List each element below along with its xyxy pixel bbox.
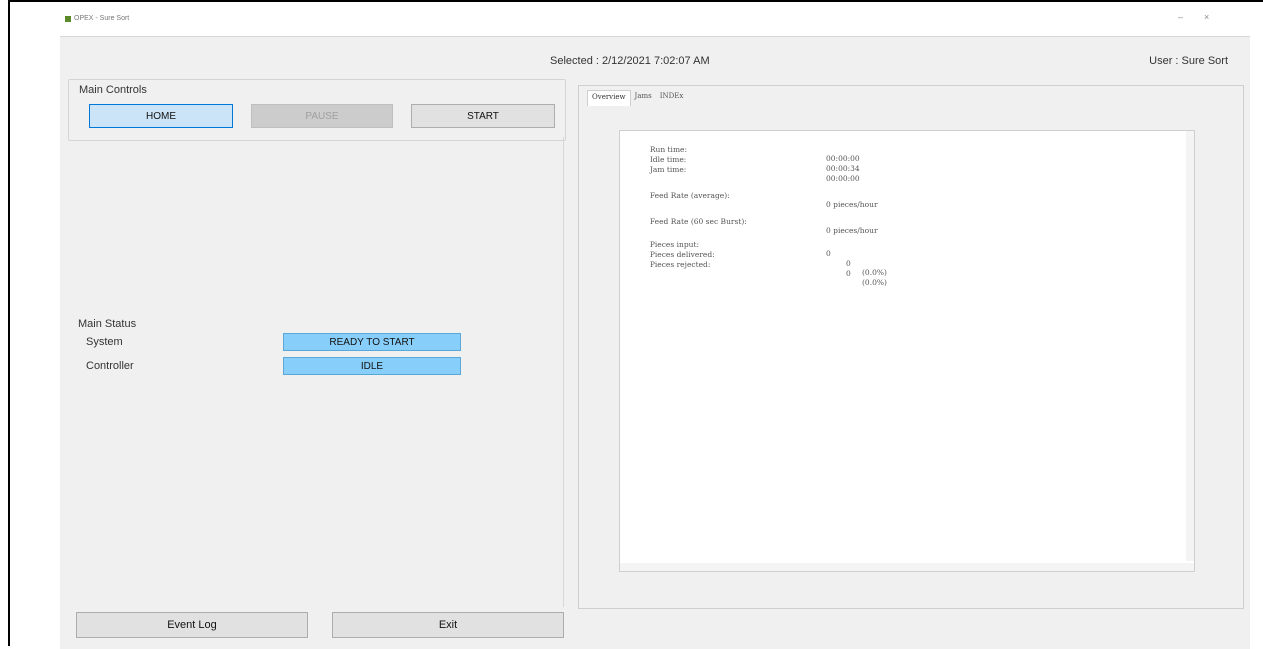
pieces-delivered-value: 0 [846, 259, 851, 268]
close-icon[interactable]: × [1204, 12, 1209, 22]
run-time-value: 00:00:00 [826, 154, 860, 163]
pieces-input-value: 0 [826, 249, 831, 258]
feed-rate-burst-label: Feed Rate (60 sec Burst): [649, 217, 747, 226]
pieces-rejected-label: Pieces rejected: [649, 260, 711, 269]
pieces-delivered-percent: (0.0%) [862, 268, 887, 277]
feed-rate-burst-value: 0 pieces/hour [826, 226, 878, 235]
jam-time-label: Jam time: [649, 165, 687, 174]
system-status-badge: READY TO START [283, 333, 461, 351]
horizontal-scrollbar[interactable] [620, 563, 1194, 571]
user-label: User : Sure Sort [1149, 55, 1228, 67]
system-label: System [86, 336, 123, 348]
screen-frame: OPEX - Sure Sort – × Selected : 2/12/202… [8, 0, 1263, 649]
feed-rate-average-label: Feed Rate (average): [649, 191, 730, 200]
tab-jams[interactable]: Jams [631, 90, 656, 106]
exit-button[interactable]: Exit [332, 612, 564, 638]
tab-index[interactable]: INDEx [656, 90, 688, 106]
minimize-icon[interactable]: – [1178, 12, 1183, 22]
home-button[interactable]: HOME [89, 104, 233, 128]
statistics-tab-panel: Overview Jams INDEx Run time: 00:00:00 I… [578, 85, 1244, 609]
app-icon [65, 16, 71, 22]
jam-time-value: 00:00:00 [826, 174, 860, 183]
panel-divider [563, 137, 564, 607]
controller-status-badge: IDLE [283, 357, 461, 375]
main-controls-title: Main Controls [79, 84, 147, 96]
selected-timestamp: Selected : 2/12/2021 7:02:07 AM [550, 55, 710, 67]
controller-label: Controller [86, 360, 134, 372]
feed-rate-average-value: 0 pieces/hour [826, 200, 878, 209]
main-window: Selected : 2/12/2021 7:02:07 AM User : S… [60, 36, 1250, 649]
pieces-rejected-row: Pieces rejected: 0 (0.0%) [626, 251, 887, 296]
pieces-rejected-value: 0 [846, 269, 851, 278]
pause-button[interactable]: PAUSE [251, 104, 393, 128]
overview-textbox[interactable]: Run time: 00:00:00 Idle time: 00:00:34 J… [619, 130, 1195, 572]
main-status-title: Main Status [78, 318, 137, 330]
start-button[interactable]: START [411, 104, 555, 128]
tab-strip: Overview Jams INDEx [587, 90, 687, 106]
main-controls-group: Main Controls HOME PAUSE START [68, 79, 566, 141]
idle-time-value: 00:00:34 [826, 164, 860, 173]
tab-overview[interactable]: Overview [587, 90, 631, 106]
window-title: OPEX - Sure Sort [74, 15, 130, 22]
event-log-button[interactable]: Event Log [76, 612, 308, 638]
vertical-scrollbar[interactable] [1186, 131, 1194, 561]
pieces-rejected-percent: (0.0%) [862, 278, 887, 287]
title-bar: OPEX - Sure Sort – × [50, 6, 1230, 34]
